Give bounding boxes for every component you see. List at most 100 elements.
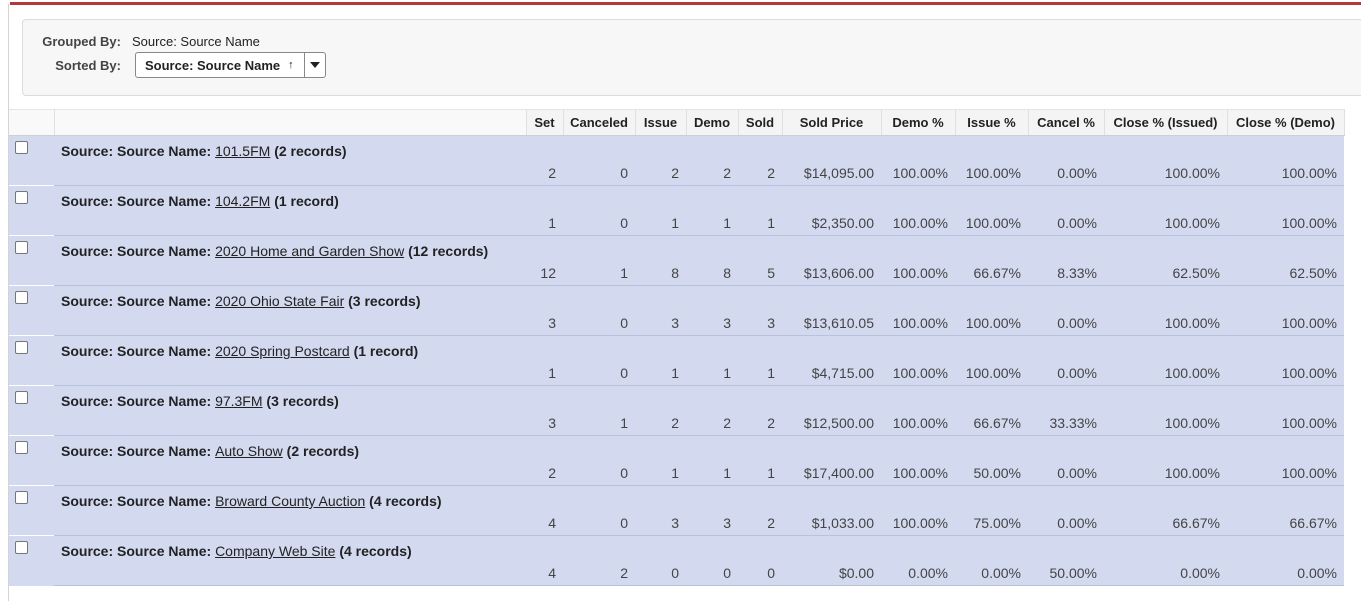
group-spacer-cell bbox=[54, 311, 526, 336]
value-canceled: 0 bbox=[563, 361, 635, 386]
group-row: Source: Source Name: Company Web Site (4… bbox=[9, 535, 1344, 586]
group-header-cell: Source: Source Name: 101.5FM (2 records) bbox=[54, 135, 1344, 161]
column-header-issue-pct[interactable]: Issue % bbox=[955, 109, 1029, 136]
value-close-demo-pct: 62.50% bbox=[1227, 261, 1344, 286]
sort-dropdown-button[interactable] bbox=[303, 53, 325, 77]
value-issue-pct: 75.00% bbox=[955, 511, 1028, 536]
group-summary-row: 2 0 1 1 1 $17,400.00 100.00% 50.00% 0.00% 100.00%… bbox=[9, 461, 1344, 486]
value-sold-price: $17,400.00 bbox=[782, 461, 881, 486]
value-close-demo-pct: 100.00% bbox=[1227, 411, 1344, 436]
sort-field-label: Source: Source Name bbox=[145, 57, 281, 73]
value-demo: 3 bbox=[686, 511, 738, 536]
value-issue-pct: 100.00% bbox=[955, 311, 1028, 336]
value-sold: 2 bbox=[738, 511, 782, 536]
value-sold-price: $0.00 bbox=[782, 561, 881, 586]
group-select-cell bbox=[9, 285, 54, 336]
group-checkbox[interactable] bbox=[15, 191, 28, 204]
value-demo: 8 bbox=[686, 261, 738, 286]
value-close-issued-pct: 100.00% bbox=[1104, 361, 1227, 386]
value-close-issued-pct: 62.50% bbox=[1104, 261, 1227, 286]
value-canceled: 1 bbox=[563, 261, 635, 286]
value-set: 4 bbox=[526, 511, 563, 536]
group-checkbox[interactable] bbox=[15, 441, 28, 454]
group-source-link[interactable]: 2020 Ohio State Fair bbox=[215, 293, 344, 309]
column-header-sold[interactable]: Sold bbox=[738, 109, 783, 136]
group-summary-row: 4 0 3 3 2 $1,033.00 100.00% 75.00% 0.00% 66.67% 66… bbox=[9, 511, 1344, 536]
value-demo: 3 bbox=[686, 311, 738, 336]
group-row: Source: Source Name: Broward County Auct… bbox=[9, 485, 1344, 536]
column-header-demo-pct[interactable]: Demo % bbox=[881, 109, 956, 136]
sort-field-button[interactable]: Source: Source Name ↑ bbox=[136, 53, 304, 77]
group-source-link[interactable]: 2020 Spring Postcard bbox=[215, 343, 350, 359]
value-set: 1 bbox=[526, 361, 563, 386]
group-source-link[interactable]: 97.3FM bbox=[215, 393, 262, 409]
group-source-link[interactable]: 2020 Home and Garden Show bbox=[215, 243, 404, 259]
value-issue-pct: 100.00% bbox=[955, 211, 1028, 236]
group-prefix: Source: Source Name: bbox=[61, 443, 212, 459]
value-issue: 2 bbox=[635, 161, 686, 186]
group-checkbox[interactable] bbox=[15, 491, 28, 504]
value-close-demo-pct: 100.00% bbox=[1227, 161, 1344, 186]
column-header-canceled[interactable]: Canceled bbox=[563, 109, 636, 136]
value-canceled: 2 bbox=[563, 561, 635, 586]
group-spacer-cell bbox=[54, 161, 526, 186]
group-checkbox[interactable] bbox=[15, 141, 28, 154]
group-checkbox[interactable] bbox=[15, 341, 28, 354]
group-record-count: (2 records) bbox=[286, 443, 360, 459]
group-row: Source: Source Name: 2020 Home and Garde… bbox=[9, 235, 1344, 286]
value-demo-pct: 100.00% bbox=[881, 361, 955, 386]
group-row: Source: Source Name: Auto Show (2 record… bbox=[9, 435, 1344, 486]
value-close-issued-pct: 100.00% bbox=[1104, 411, 1227, 436]
column-header-close-issued-pct[interactable]: Close % (Issued) bbox=[1104, 109, 1228, 136]
caret-down-icon bbox=[309, 62, 320, 68]
group-select-cell bbox=[9, 185, 54, 236]
value-set: 4 bbox=[526, 561, 563, 586]
value-close-issued-pct: 100.00% bbox=[1104, 211, 1227, 236]
sort-ascending-icon: ↑ bbox=[288, 59, 294, 71]
group-source-link[interactable]: Company Web Site bbox=[215, 543, 335, 559]
group-header-cell: Source: Source Name: 2020 Spring Postcar… bbox=[54, 335, 1344, 361]
group-checkbox[interactable] bbox=[15, 241, 28, 254]
sort-select[interactable]: Source: Source Name ↑ bbox=[135, 52, 326, 78]
value-sold: 2 bbox=[738, 411, 782, 436]
value-close-demo-pct: 100.00% bbox=[1227, 211, 1344, 236]
value-demo: 1 bbox=[686, 211, 738, 236]
group-summary-row: 1 0 1 1 1 $2,350.00 100.00% 100.00% 0.00% 100.00%… bbox=[9, 211, 1344, 236]
value-cancel-pct: 33.33% bbox=[1028, 411, 1104, 436]
value-sold-price: $1,033.00 bbox=[782, 511, 881, 536]
value-demo: 2 bbox=[686, 411, 738, 436]
value-demo-pct: 100.00% bbox=[881, 161, 955, 186]
value-set: 1 bbox=[526, 211, 563, 236]
column-header-close-demo-pct[interactable]: Close % (Demo) bbox=[1227, 109, 1345, 136]
value-cancel-pct: 0.00% bbox=[1028, 461, 1104, 486]
column-header-cancel-pct[interactable]: Cancel % bbox=[1028, 109, 1105, 136]
group-source-link[interactable]: 104.2FM bbox=[215, 193, 270, 209]
group-record-count: (1 record) bbox=[274, 193, 339, 209]
value-cancel-pct: 0.00% bbox=[1028, 311, 1104, 336]
group-source-link[interactable]: 101.5FM bbox=[215, 143, 270, 159]
select-column-header bbox=[9, 109, 55, 136]
value-sold-price: $13,606.00 bbox=[782, 261, 881, 286]
value-sold: 5 bbox=[738, 261, 782, 286]
value-demo-pct: 100.00% bbox=[881, 261, 955, 286]
value-issue: 1 bbox=[635, 361, 686, 386]
value-close-demo-pct: 0.00% bbox=[1227, 561, 1344, 586]
sorted-by-row: Sorted By: Source: Source Name ↑ bbox=[23, 52, 326, 78]
column-header-demo[interactable]: Demo bbox=[686, 109, 739, 136]
group-checkbox[interactable] bbox=[15, 541, 28, 554]
value-sold: 1 bbox=[738, 361, 782, 386]
grouped-by-row: Grouped By: Source: Source Name bbox=[23, 34, 260, 49]
group-summary-row: 2 0 2 2 2 $14,095.00 100.00% 100.00% 0.00% 100.00… bbox=[9, 161, 1344, 186]
group-select-cell bbox=[9, 385, 54, 436]
group-spacer-cell bbox=[54, 261, 526, 286]
column-header-issue[interactable]: Issue bbox=[635, 109, 687, 136]
column-header-sold-price[interactable]: Sold Price bbox=[782, 109, 882, 136]
column-header-set[interactable]: Set bbox=[526, 109, 564, 136]
group-record-count: (3 records) bbox=[266, 393, 339, 409]
group-source-link[interactable]: Auto Show bbox=[215, 443, 283, 459]
value-set: 3 bbox=[526, 311, 563, 336]
group-checkbox[interactable] bbox=[15, 391, 28, 404]
group-checkbox[interactable] bbox=[15, 291, 28, 304]
group-source-link[interactable]: Broward County Auction bbox=[215, 493, 365, 509]
value-issue-pct: 66.67% bbox=[955, 411, 1028, 436]
